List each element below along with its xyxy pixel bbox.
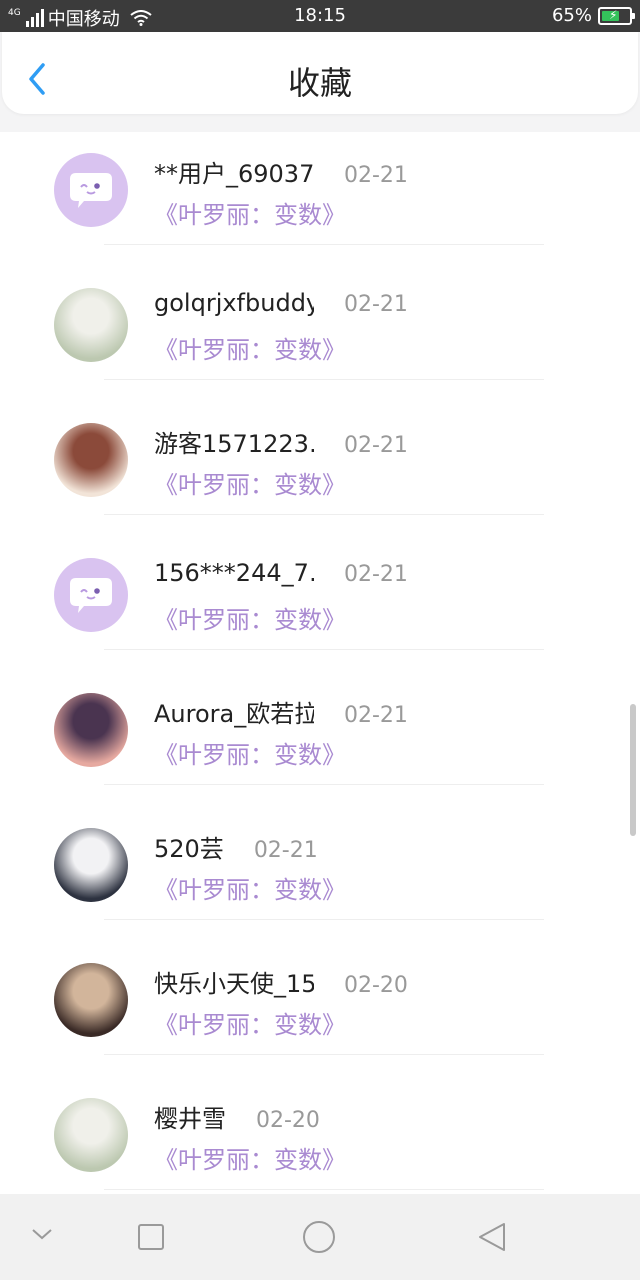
clock: 18:15 <box>294 5 346 26</box>
favorite-date: 02-21 <box>344 433 408 458</box>
user-name: Aurora_欧若拉 <box>154 700 314 728</box>
divider <box>104 784 544 785</box>
page-title: 收藏 <box>287 64 352 102</box>
item-header: golqrjxfbuddyf 02-21 <box>154 289 408 317</box>
favorite-date: 02-20 <box>344 973 408 998</box>
user-name: golqrjxfbuddyf <box>154 289 314 317</box>
favorite-date: 02-20 <box>256 1108 320 1133</box>
list-item[interactable]: Aurora_欧若拉 02-21 《叶罗丽：变数》 <box>0 672 640 807</box>
default-avatar[interactable] <box>54 558 128 632</box>
item-header: 快乐小天使_15… 02-20 <box>154 964 408 999</box>
favorite-date: 02-21 <box>344 703 408 728</box>
item-header: 520芸 02-21 <box>154 829 318 864</box>
user-name: 520芸 <box>154 835 224 863</box>
item-header: 游客1571223… 02-21 <box>154 424 408 459</box>
item-header: 156***244_7… 02-21 <box>154 559 408 587</box>
book-title-link[interactable]: 《叶罗丽：变数》 <box>154 465 346 500</box>
battery-percent: 65% <box>551 5 592 26</box>
item-header: 樱井雪 02-20 <box>154 1099 320 1134</box>
user-avatar[interactable] <box>54 1098 128 1172</box>
favorite-date: 02-21 <box>253 838 318 863</box>
user-name: 快乐小天使_15… <box>154 970 314 998</box>
item-header: Aurora_欧若拉 02-21 <box>154 694 408 729</box>
divider <box>104 649 544 650</box>
book-title-link[interactable]: 《叶罗丽：变数》 <box>154 1140 346 1175</box>
scrollbar[interactable] <box>630 704 636 836</box>
book-title-link[interactable]: 《叶罗丽：变数》 <box>154 735 346 770</box>
favorite-date: 02-21 <box>344 562 408 587</box>
user-name: 156***244_7… <box>154 559 314 587</box>
system-nav-bar <box>0 1194 640 1280</box>
user-name: 游客1571223… <box>154 430 314 458</box>
user-avatar[interactable] <box>54 693 128 767</box>
chat-bubble-icon <box>70 578 112 613</box>
chevron-down-icon[interactable] <box>30 1226 54 1242</box>
divider <box>104 1054 544 1055</box>
divider <box>104 244 544 245</box>
favorites-list[interactable]: **用户_69037… 02-21 《叶罗丽：变数》 golqrjxfbuddy… <box>0 132 640 1194</box>
list-item[interactable]: golqrjxfbuddyf 02-21 《叶罗丽：变数》 <box>0 267 640 402</box>
top-app-bar: 收藏 <box>2 32 638 114</box>
list-item[interactable]: 156***244_7… 02-21 《叶罗丽：变数》 <box>0 537 640 672</box>
status-right: 65% ⚡ <box>551 5 635 26</box>
list-item[interactable]: 樱井雪 02-20 《叶罗丽：变数》 <box>0 1077 640 1194</box>
book-title-link[interactable]: 《叶罗丽：变数》 <box>154 330 346 365</box>
divider <box>104 514 544 515</box>
user-avatar[interactable] <box>54 828 128 902</box>
user-avatar[interactable] <box>54 423 128 497</box>
user-avatar[interactable] <box>54 288 128 362</box>
battery-icon: ⚡ <box>598 6 635 25</box>
book-title-link[interactable]: 《叶罗丽：变数》 <box>154 195 346 230</box>
triangle-back-icon[interactable] <box>476 1221 508 1253</box>
list-item[interactable]: **用户_69037… 02-21 《叶罗丽：变数》 <box>0 132 640 267</box>
user-name: **用户_69037… <box>154 160 314 188</box>
default-avatar[interactable] <box>54 153 128 227</box>
circle-icon[interactable] <box>302 1220 336 1254</box>
favorite-date: 02-21 <box>344 163 408 188</box>
user-avatar[interactable] <box>54 963 128 1037</box>
square-icon[interactable] <box>137 1223 165 1251</box>
book-title-link[interactable]: 《叶罗丽：变数》 <box>154 600 346 635</box>
divider <box>104 379 544 380</box>
list-item[interactable]: 快乐小天使_15… 02-20 《叶罗丽：变数》 <box>0 942 640 1077</box>
list-item[interactable]: 520芸 02-21 《叶罗丽：变数》 <box>0 807 640 942</box>
book-title-link[interactable]: 《叶罗丽：变数》 <box>154 1005 346 1040</box>
item-header: **用户_69037… 02-21 <box>154 154 408 189</box>
divider <box>104 919 544 920</box>
status-bar: 4G 中国移动 18:15 65% ⚡ <box>0 0 640 32</box>
book-title-link[interactable]: 《叶罗丽：变数》 <box>154 870 346 905</box>
divider <box>104 1189 544 1190</box>
list-item[interactable]: 游客1571223… 02-21 《叶罗丽：变数》 <box>0 402 640 537</box>
chat-bubble-icon <box>70 173 112 208</box>
favorite-date: 02-21 <box>344 292 408 317</box>
user-name: 樱井雪 <box>154 1105 226 1133</box>
